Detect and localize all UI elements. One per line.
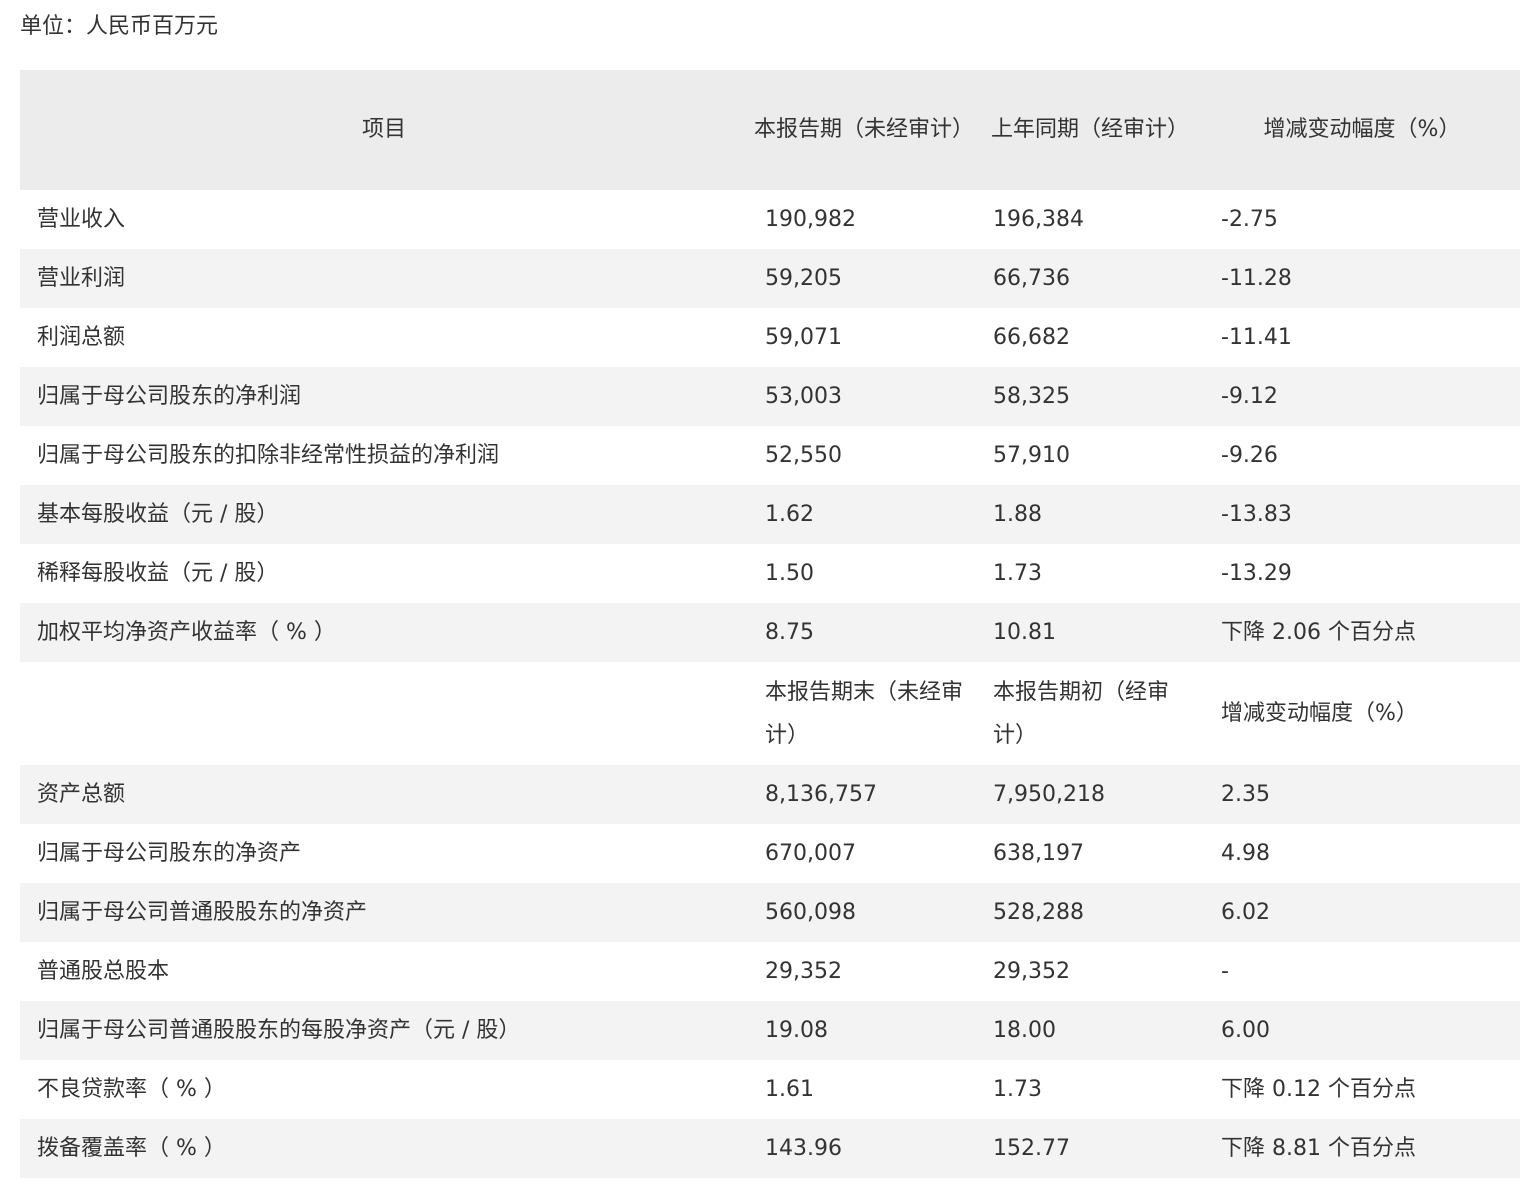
row-item: 利润总额 — [37, 324, 126, 350]
row-current: 670,007 — [765, 840, 856, 866]
row-change: -13.29 — [1221, 560, 1292, 586]
header-change: 增减变动幅度（%） — [1204, 70, 1520, 190]
row-current: 29,352 — [765, 958, 842, 984]
row-prior: 66,736 — [976, 249, 1204, 308]
table-row: 营业收入 190,982 196,384 -2.75 — [20, 190, 1520, 249]
row-change: -9.12 — [1204, 367, 1520, 426]
row-prior: 7,950,218 — [976, 765, 1204, 824]
row-change: -2.75 — [1221, 206, 1278, 232]
table-row: 归属于母公司股东的净利润 53,003 58,325 -9.12 — [20, 367, 1520, 426]
row-current: 190,982 — [765, 206, 856, 232]
header-prior-period: 上年同期（经审计） — [976, 70, 1204, 190]
row-change: 下降 8.81 个百分点 — [1204, 1119, 1520, 1178]
row-prior: 10.81 — [976, 603, 1204, 662]
subheader-current-period: 本报告期末（未经审计） — [748, 662, 976, 765]
row-item: 普通股总股本 — [37, 958, 170, 984]
unit-label: 单位：人民币百万元 — [20, 14, 219, 39]
row-item: 稀释每股收益（元 / 股） — [37, 560, 279, 586]
row-prior: 638,197 — [993, 840, 1084, 866]
row-current: 52,550 — [765, 442, 842, 468]
row-current: 8.75 — [748, 603, 976, 662]
row-prior: 57,910 — [993, 442, 1070, 468]
row-item: 不良贷款率（ % ） — [37, 1076, 226, 1102]
financial-summary-table: 项目 本报告期（未经审计） 上年同期（经审计） 增减变动幅度（%） 营业收入 1… — [20, 70, 1520, 1178]
subheader-change: 增减变动幅度（%） — [1204, 662, 1520, 765]
table-row: 拨备覆盖率（ % ） 143.96 152.77 下降 8.81 个百分点 — [20, 1119, 1520, 1178]
row-change: 2.35 — [1204, 765, 1520, 824]
subheader-prior-period: 本报告期初（经审计） — [976, 662, 1204, 765]
row-prior: 66,682 — [993, 324, 1070, 350]
row-item: 营业利润 — [20, 249, 748, 308]
row-prior: 528,288 — [976, 883, 1204, 942]
row-prior: 58,325 — [976, 367, 1204, 426]
row-current: 19.08 — [748, 1001, 976, 1060]
table-row: 利润总额 59,071 66,682 -11.41 — [20, 308, 1520, 367]
row-change: -11.28 — [1204, 249, 1520, 308]
row-item: 营业收入 — [37, 206, 126, 232]
row-change: 6.02 — [1204, 883, 1520, 942]
table-row: 归属于母公司股东的扣除非经常性损益的净利润 52,550 57,910 -9.2… — [20, 426, 1520, 485]
row-prior: 196,384 — [993, 206, 1084, 232]
row-item: 基本每股收益（元 / 股） — [20, 485, 748, 544]
row-change: - — [1221, 958, 1229, 984]
table-row: 资产总额 8,136,757 7,950,218 2.35 — [20, 765, 1520, 824]
row-item: 归属于母公司普通股股东的每股净资产（元 / 股） — [20, 1001, 748, 1060]
row-current: 560,098 — [748, 883, 976, 942]
row-current: 8,136,757 — [748, 765, 976, 824]
row-current: 1.50 — [765, 560, 814, 586]
table-row: 归属于母公司普通股股东的净资产 560,098 528,288 6.02 — [20, 883, 1520, 942]
row-change: -13.83 — [1204, 485, 1520, 544]
row-change: -11.41 — [1221, 324, 1292, 350]
row-prior: 1.73 — [993, 1076, 1042, 1102]
table-row: 不良贷款率（ % ） 1.61 1.73 下降 0.12 个百分点 — [20, 1060, 1520, 1119]
table-row: 稀释每股收益（元 / 股） 1.50 1.73 -13.29 — [20, 544, 1520, 603]
row-item: 归属于母公司股东的扣除非经常性损益的净利润 — [37, 442, 500, 468]
row-item: 归属于母公司股东的净资产 — [37, 840, 302, 866]
row-current: 59,205 — [748, 249, 976, 308]
header-current-period: 本报告期（未经审计） — [748, 70, 976, 190]
table-header-row: 项目 本报告期（未经审计） 上年同期（经审计） 增减变动幅度（%） — [20, 70, 1520, 190]
row-current: 59,071 — [765, 324, 842, 350]
table-row: 普通股总股本 29,352 29,352 - — [20, 942, 1520, 1001]
row-change: 下降 2.06 个百分点 — [1204, 603, 1520, 662]
row-prior: 1.73 — [993, 560, 1042, 586]
table-row: 归属于母公司股东的净资产 670,007 638,197 4.98 — [20, 824, 1520, 883]
row-item: 加权平均净资产收益率（ % ） — [20, 603, 748, 662]
row-change: 4.98 — [1221, 840, 1270, 866]
row-change: 下降 0.12 个百分点 — [1221, 1076, 1416, 1102]
row-prior: 29,352 — [993, 958, 1070, 984]
header-item: 项目 — [20, 70, 748, 190]
subheader-item — [20, 662, 748, 765]
row-prior: 1.88 — [976, 485, 1204, 544]
row-current: 1.61 — [765, 1076, 814, 1102]
row-prior: 18.00 — [976, 1001, 1204, 1060]
table-row: 加权平均净资产收益率（ % ） 8.75 10.81 下降 2.06 个百分点 — [20, 603, 1520, 662]
row-item: 归属于母公司股东的净利润 — [20, 367, 748, 426]
table-subheader-row: 本报告期末（未经审计） 本报告期初（经审计） 增减变动幅度（%） — [20, 662, 1520, 765]
row-current: 1.62 — [748, 485, 976, 544]
row-item: 资产总额 — [20, 765, 748, 824]
row-change: 6.00 — [1204, 1001, 1520, 1060]
table-row: 基本每股收益（元 / 股） 1.62 1.88 -13.83 — [20, 485, 1520, 544]
row-item: 归属于母公司普通股股东的净资产 — [20, 883, 748, 942]
table-row: 归属于母公司普通股股东的每股净资产（元 / 股） 19.08 18.00 6.0… — [20, 1001, 1520, 1060]
row-prior: 152.77 — [976, 1119, 1204, 1178]
row-current: 143.96 — [748, 1119, 976, 1178]
row-current: 53,003 — [748, 367, 976, 426]
table-row: 营业利润 59,205 66,736 -11.28 — [20, 249, 1520, 308]
row-change: -9.26 — [1221, 442, 1278, 468]
row-item: 拨备覆盖率（ % ） — [20, 1119, 748, 1178]
